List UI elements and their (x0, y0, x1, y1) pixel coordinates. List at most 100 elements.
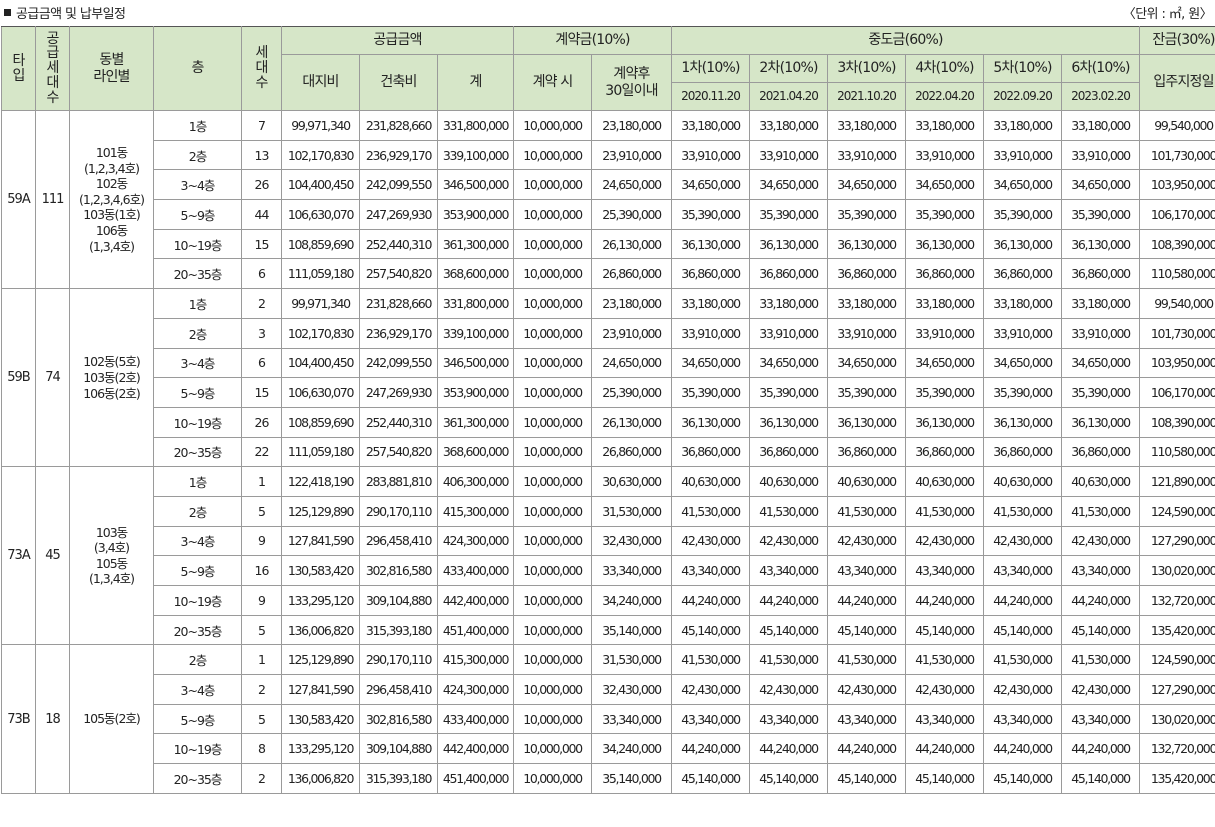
square-bullet-icon (4, 9, 11, 16)
land-cost-cell: 133,295,120 (281, 585, 360, 616)
installment-cell: 36,130,000 (983, 406, 1063, 438)
installment-cell: 41,530,000 (905, 644, 985, 676)
dong-line-cell: 102동(5호) 103동(2호) 106동(2호) (69, 288, 154, 468)
header-floor: 층 (153, 26, 242, 111)
installment-cell: 42,430,000 (671, 525, 751, 557)
table-body: 59A 111 101동 (1,2,3,4호) 102동 (1,2,3,4,6호) 103동… (1, 109, 1215, 794)
installment-cell: 36,860,000 (1061, 258, 1141, 290)
table-row: 10~19층 9 133,295,120 309,104,880 442,400,000… (2, 585, 1215, 616)
installment-cell: 42,430,000 (671, 674, 751, 705)
building-cost-cell: 315,393,180 (359, 614, 438, 646)
installment-cell: 36,130,000 (671, 406, 751, 438)
installment-cell: 35,390,000 (749, 199, 829, 230)
header-units-char: 수 (255, 74, 268, 91)
table-title: 공급금액 및 납부일정 (4, 3, 126, 22)
floor-cell: 20~35층 (153, 436, 242, 468)
installment-cell: 44,240,000 (749, 733, 829, 765)
installment-cell: 34,650,000 (749, 169, 829, 201)
balance-cell: 103,950,000 (1139, 169, 1215, 201)
installment-cell: 40,630,000 (905, 466, 985, 497)
balance-cell: 127,290,000 (1139, 674, 1215, 705)
installment-cell: 35,390,000 (983, 199, 1063, 230)
households-cell: 45 (35, 466, 70, 646)
installment-cell: 43,340,000 (671, 703, 751, 735)
floor-cell: 10~19층 (153, 733, 242, 765)
table-row: 59A 111 101동 (1,2,3,4호) 102동 (1,2,3,4,6호) 103동… (1, 109, 1215, 290)
installment-cell: 36,860,000 (749, 258, 829, 290)
installment-cell: 43,340,000 (671, 555, 751, 586)
installment-cell: 43,340,000 (983, 555, 1063, 586)
total-cell: 339,100,000 (436, 139, 515, 171)
contract-deposit-cell: 10,000,000 (513, 199, 593, 230)
contract-deposit-cell: 10,000,000 (513, 377, 593, 408)
after-30-days-cell: 24,650,000 (591, 347, 673, 379)
total-cell: 331,800,000 (436, 110, 515, 141)
total-cell: 433,400,000 (436, 555, 515, 586)
installment-cell: 33,910,000 (1061, 317, 1141, 349)
total-cell: 424,300,000 (436, 674, 515, 705)
balance-cell: 127,290,000 (1139, 525, 1215, 557)
table-row: 20~35층 5 136,006,820 315,393,180 451,400,000… (2, 614, 1215, 646)
floor-cell: 5~9층 (153, 377, 242, 408)
installment-cell: 44,240,000 (827, 585, 907, 616)
header-type: 타입 (1, 26, 36, 111)
table-row: 2층 5 125,129,890 290,170,110 415,300,000 10,0… (2, 495, 1215, 527)
building-cost-cell: 290,170,110 (359, 644, 438, 676)
installment-cell: 36,860,000 (905, 258, 985, 290)
dong-line-cell: 103동 (3,4호) 105동 (1,3,4호) (69, 466, 154, 646)
units-cell: 26 (241, 406, 282, 438)
installment-cell: 34,650,000 (1061, 347, 1141, 379)
units-cell: 2 (241, 763, 282, 794)
installment-cell: 44,240,000 (1061, 733, 1141, 765)
land-cost-cell: 130,583,420 (281, 703, 360, 735)
contract-deposit-cell: 10,000,000 (513, 258, 593, 290)
table-row: 3~4층 9 127,841,590 296,458,410 424,300,000 10… (2, 525, 1215, 557)
land-cost-cell: 102,170,830 (281, 317, 360, 349)
balance-cell: 135,420,000 (1139, 614, 1215, 646)
installment-cell: 45,140,000 (749, 614, 829, 646)
total-cell: 353,900,000 (436, 199, 515, 230)
installment-cell: 43,340,000 (749, 703, 829, 735)
installment-cell: 33,180,000 (827, 110, 907, 141)
header-installment-label: 3차(10%) (827, 54, 907, 83)
installment-cell: 43,340,000 (983, 703, 1063, 735)
installment-cell: 35,390,000 (671, 377, 751, 408)
header-installment-date: 2020.11.20 (671, 82, 751, 111)
total-cell: 361,300,000 (436, 228, 515, 260)
floor-cell: 3~4층 (153, 525, 242, 557)
contract-deposit-cell: 10,000,000 (513, 763, 593, 794)
table-row: 59B 74 102동(5호) 103동(2호) 106동(2호) 1층 2 99,971,3… (1, 288, 1215, 468)
contract-deposit-cell: 10,000,000 (513, 614, 593, 646)
type-cell: 59A (1, 109, 36, 290)
header-at-contract: 계약 시 (513, 54, 593, 111)
total-cell: 442,400,000 (436, 585, 515, 616)
building-cost-cell: 309,104,880 (359, 733, 438, 765)
table-row: 10~19층 15 108,859,690 252,440,310 361,300,00… (2, 228, 1215, 260)
installment-cell: 36,860,000 (905, 436, 985, 468)
installment-cell: 33,910,000 (983, 139, 1063, 171)
installment-cell: 36,130,000 (983, 228, 1063, 260)
table-row: 5~9층 15 106,630,070 247,269,930 353,900,000 1… (2, 377, 1215, 408)
installment-cell: 45,140,000 (671, 763, 751, 794)
floor-cell: 1층 (153, 466, 242, 497)
installment-cell: 42,430,000 (1061, 674, 1141, 705)
after-30-days-cell: 23,910,000 (591, 317, 673, 349)
type-cell: 59B (1, 288, 36, 468)
units-cell: 8 (241, 733, 282, 765)
supply-price-table: 타입 공급세대수 동별 라인별 층 세대수 공급금액 계약금(10%) 중도금(6… (1, 26, 1215, 794)
installment-cell: 41,530,000 (1061, 644, 1141, 676)
building-cost-cell: 302,816,580 (359, 555, 438, 586)
installment-cell: 43,340,000 (1061, 703, 1141, 735)
land-cost-cell: 130,583,420 (281, 555, 360, 586)
units-cell: 6 (241, 347, 282, 379)
units-cell: 9 (241, 585, 282, 616)
total-cell: 346,500,000 (436, 347, 515, 379)
units-cell: 2 (241, 288, 282, 319)
installment-cell: 43,340,000 (827, 555, 907, 586)
units-cell: 13 (241, 139, 282, 171)
building-cost-cell: 290,170,110 (359, 495, 438, 527)
land-cost-cell: 99,971,340 (281, 288, 360, 319)
units-cell: 5 (241, 495, 282, 527)
header-households-char: 공 (46, 30, 59, 47)
installment-cell: 35,390,000 (983, 377, 1063, 408)
